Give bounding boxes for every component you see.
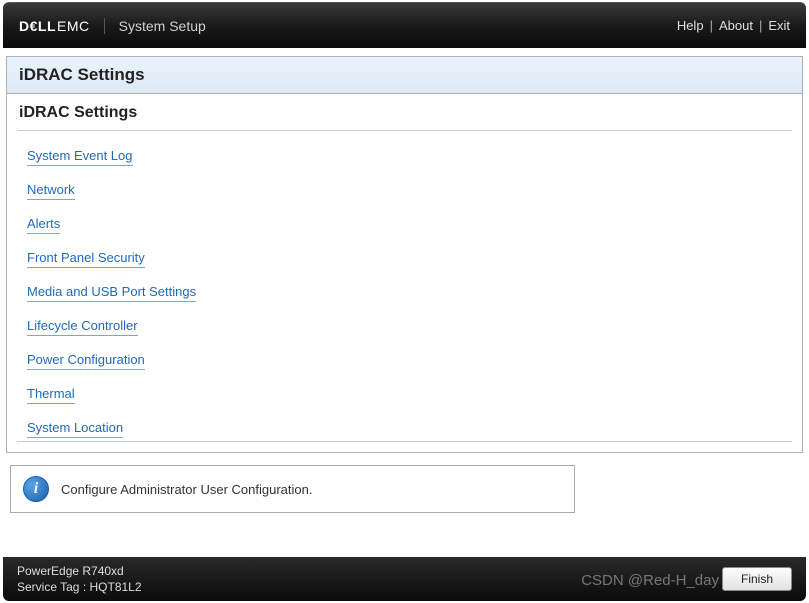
nav-link[interactable]: Alerts: [27, 216, 60, 234]
nav-item-alerts[interactable]: Alerts: [25, 209, 784, 239]
service-tag: Service Tag : HQT81L2: [17, 580, 142, 594]
section-title: iDRAC Settings: [19, 65, 790, 85]
top-bar: D€LLEMC System Setup Help | About | Exit: [3, 2, 806, 48]
finish-button[interactable]: Finish: [722, 567, 792, 591]
sub-title: iDRAC Settings: [19, 104, 790, 122]
nav-link[interactable]: Lifecycle Controller: [27, 318, 138, 336]
info-text: Configure Administrator User Configurati…: [61, 482, 312, 497]
sub-title-bar: iDRAC Settings: [7, 94, 802, 130]
nav-item-power-configuration[interactable]: Power Configuration: [25, 345, 784, 375]
about-link[interactable]: About: [719, 18, 753, 33]
help-link[interactable]: Help: [677, 18, 704, 33]
info-panel: i Configure Administrator User Configura…: [10, 465, 575, 513]
brand-emc: EMC: [57, 18, 90, 34]
service-tag-value: HQT81L2: [90, 580, 142, 594]
content-area[interactable]: System Event Log Network Alerts Front Pa…: [17, 130, 792, 442]
exit-link[interactable]: Exit: [768, 18, 790, 33]
nav-link[interactable]: System Event Log: [27, 148, 133, 166]
bottom-bar: PowerEdge R740xd Service Tag : HQT81L2 F…: [3, 557, 806, 601]
info-icon: i: [23, 476, 49, 502]
model-name: PowerEdge R740xd: [17, 564, 142, 578]
footer-left: PowerEdge R740xd Service Tag : HQT81L2: [17, 564, 142, 594]
nav-item-lifecycle-controller[interactable]: Lifecycle Controller: [25, 311, 784, 341]
app-title: System Setup: [105, 18, 206, 34]
service-tag-label: Service Tag :: [17, 580, 86, 594]
nav-item-network[interactable]: Network: [25, 175, 784, 205]
divider: |: [710, 18, 713, 33]
nav-link[interactable]: Network: [27, 182, 75, 200]
nav-link[interactable]: Media and USB Port Settings: [27, 284, 196, 302]
nav-link[interactable]: Thermal: [27, 386, 75, 404]
nav-item-front-panel-security[interactable]: Front Panel Security: [25, 243, 784, 273]
top-links: Help | About | Exit: [677, 18, 790, 33]
divider: |: [759, 18, 762, 33]
section-title-bar: iDRAC Settings: [7, 57, 802, 94]
brand-dell: D€LL: [19, 18, 56, 34]
brand-logo: D€LLEMC: [19, 18, 105, 34]
nav-link[interactable]: Power Configuration: [27, 352, 145, 370]
nav-item-thermal[interactable]: Thermal: [25, 379, 784, 409]
nav-link[interactable]: Front Panel Security: [27, 250, 145, 268]
nav-link[interactable]: System Location: [27, 420, 123, 438]
nav-item-system-location[interactable]: System Location: [25, 413, 784, 442]
nav-item-media-usb-port-settings[interactable]: Media and USB Port Settings: [25, 277, 784, 307]
main-frame: iDRAC Settings iDRAC Settings System Eve…: [6, 56, 803, 453]
nav-item-system-event-log[interactable]: System Event Log: [25, 141, 784, 171]
